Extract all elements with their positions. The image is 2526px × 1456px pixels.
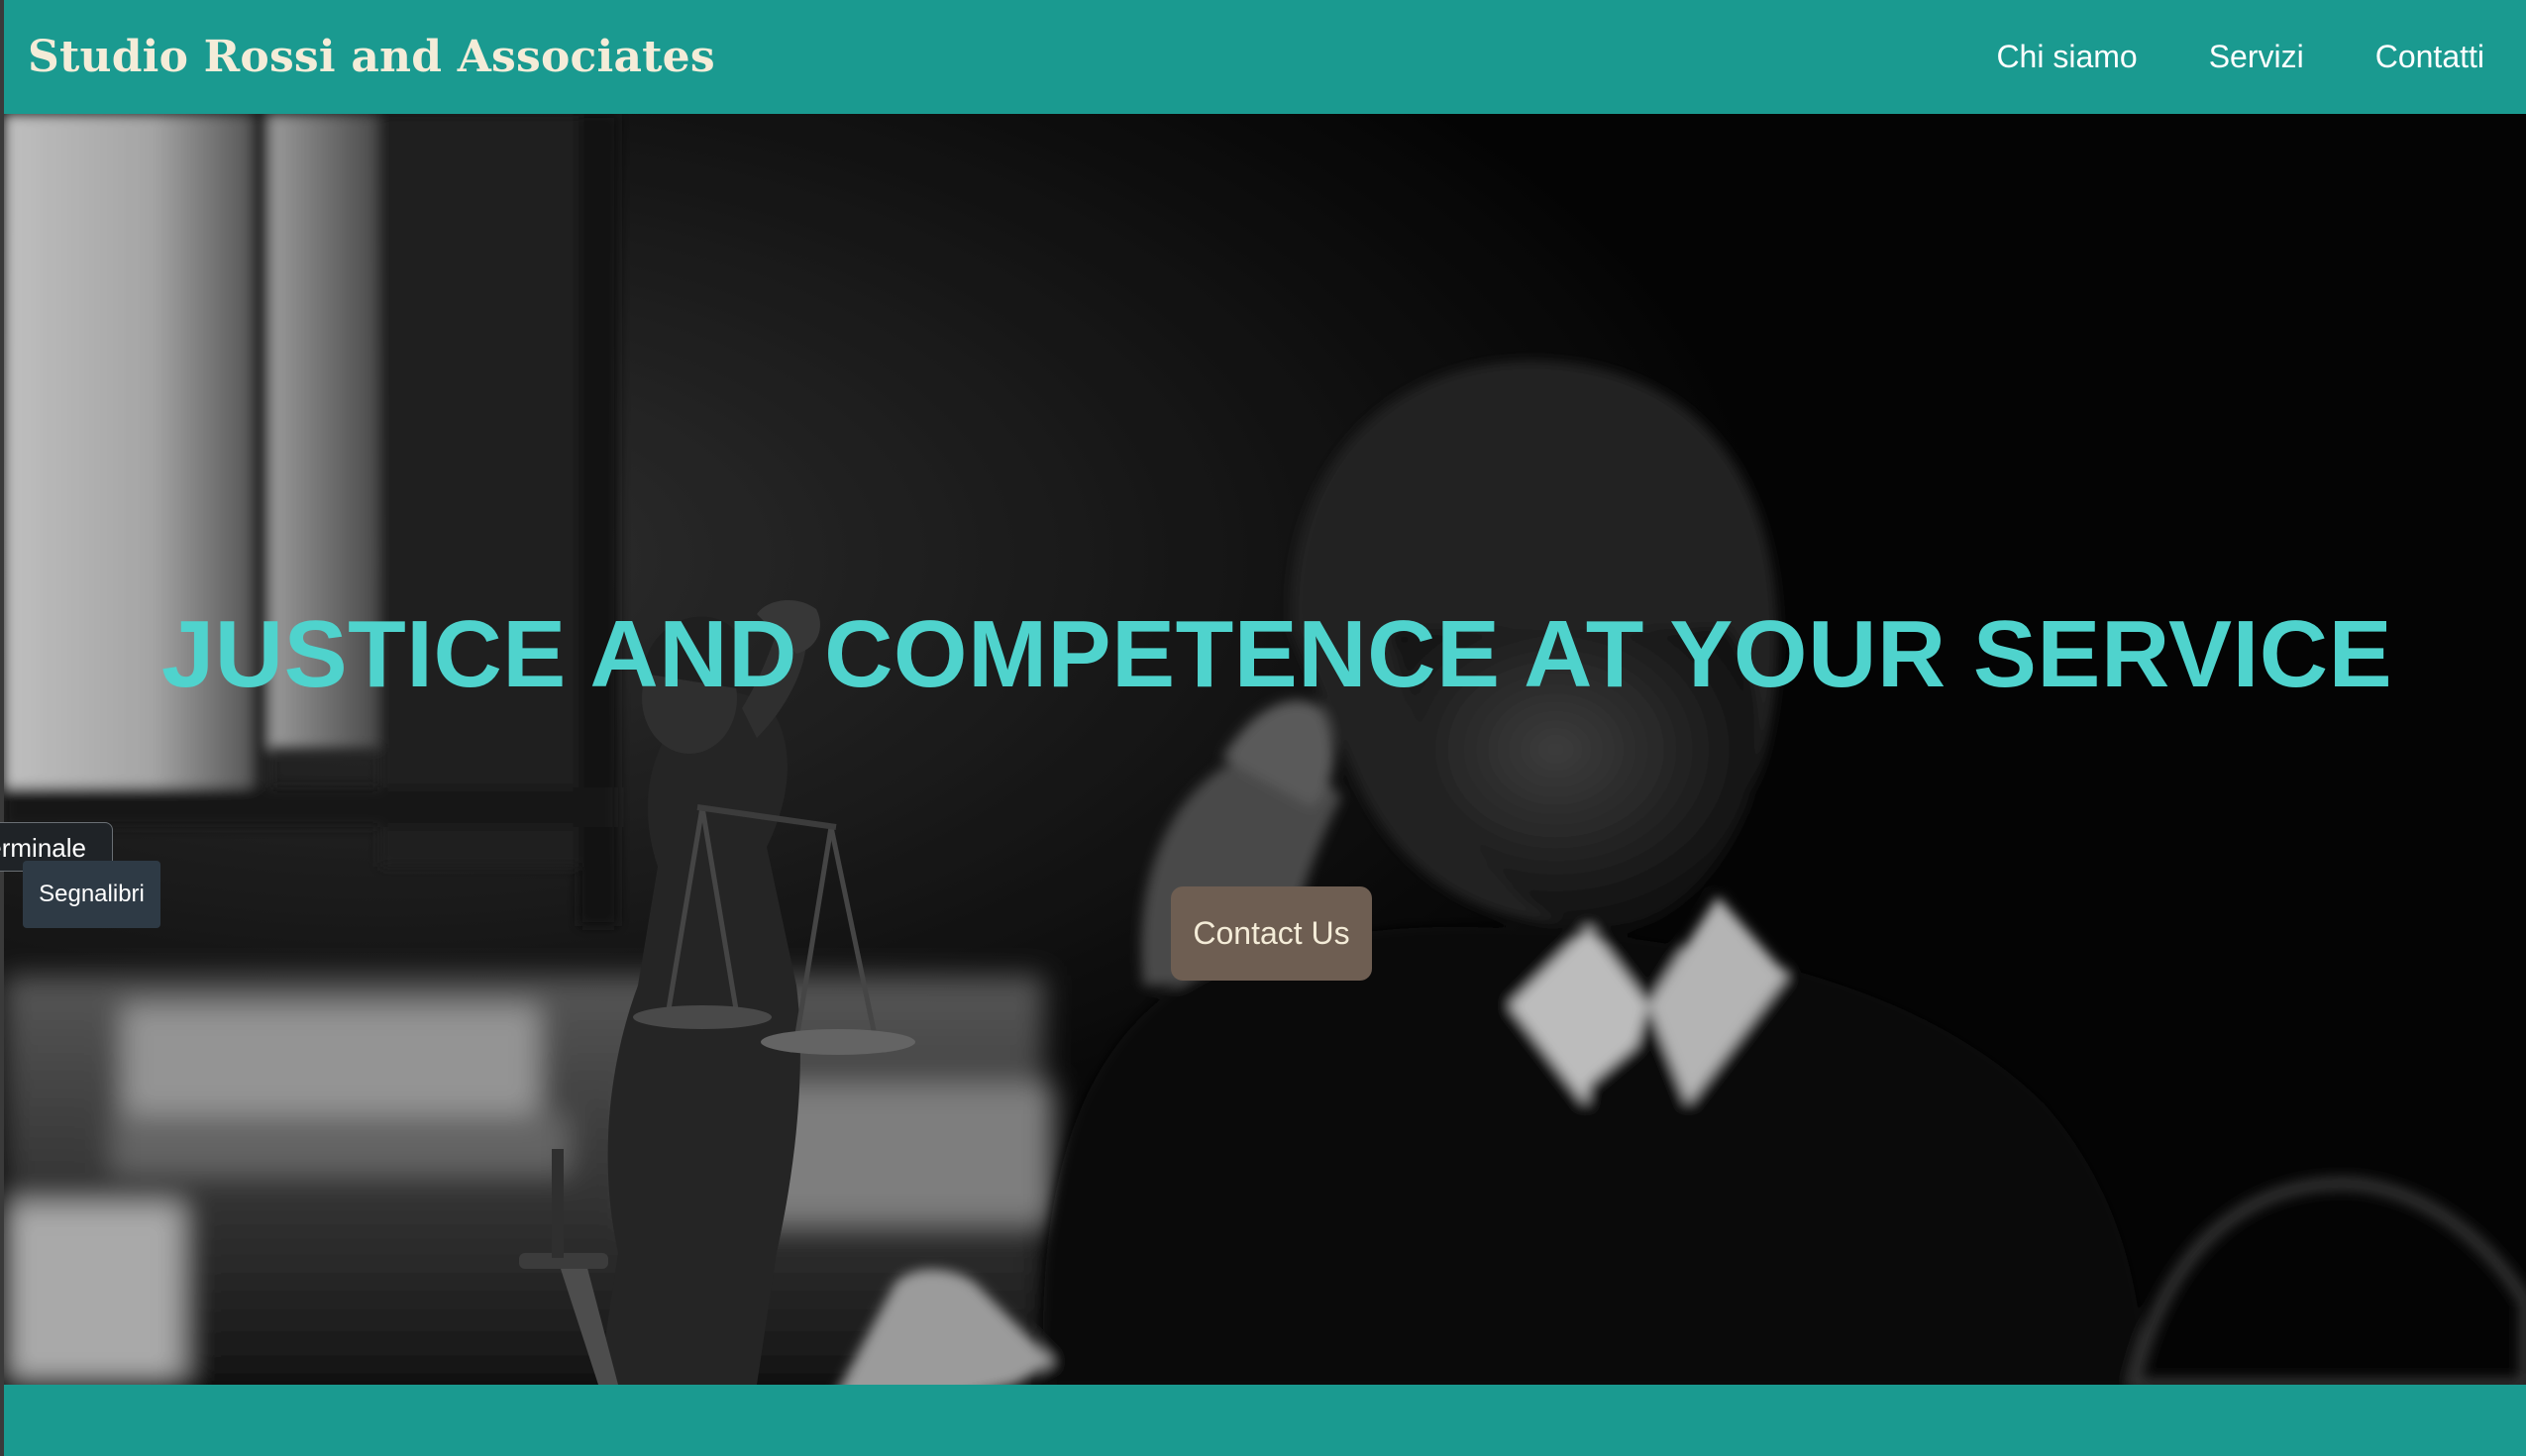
contact-us-button[interactable]: Contact Us: [1171, 886, 1372, 981]
hero-title: JUSTICE AND COMPETENCE AT YOUR SERVICE: [160, 601, 2393, 707]
page: Studio Rossi and Associates Chi siamo Se…: [0, 0, 2526, 1456]
bookmarks-tooltip: Segnalibri: [23, 861, 160, 928]
hero-overlay: [4, 114, 2526, 1385]
site-brand[interactable]: Studio Rossi and Associates: [28, 32, 715, 82]
nav-link-servizi[interactable]: Servizi: [2209, 39, 2304, 75]
site-header: Studio Rossi and Associates Chi siamo Se…: [0, 0, 2526, 114]
main-nav: Chi siamo Servizi Contatti: [1925, 39, 2484, 75]
nav-link-contatti[interactable]: Contatti: [2375, 39, 2484, 75]
footer-bar: [0, 1385, 2526, 1456]
nav-link-chi-siamo[interactable]: Chi siamo: [1996, 39, 2137, 75]
hero-section: JUSTICE AND COMPETENCE AT YOUR SERVICE C…: [4, 114, 2526, 1385]
window-edge: [0, 0, 4, 1456]
